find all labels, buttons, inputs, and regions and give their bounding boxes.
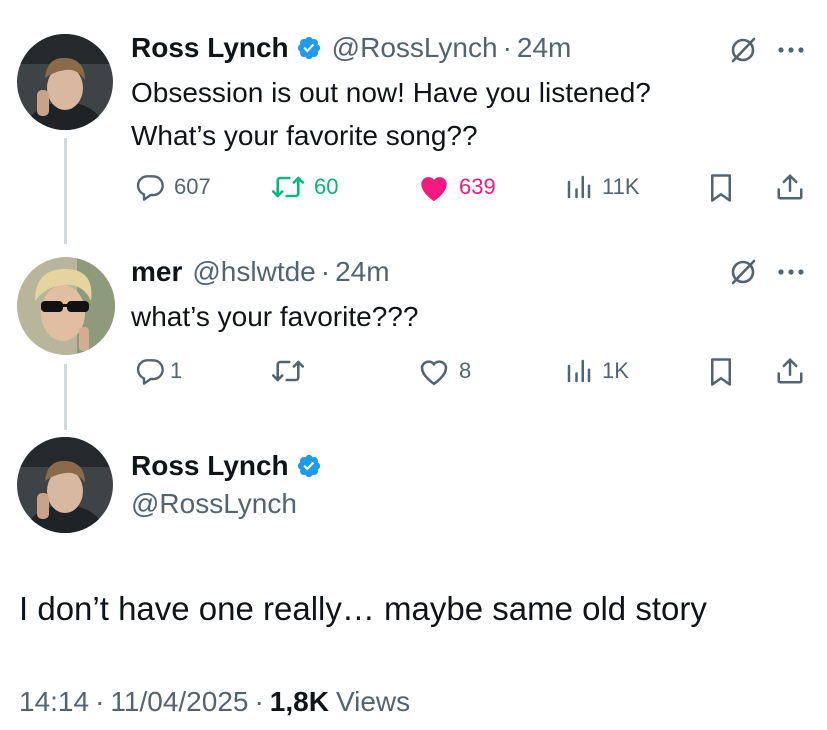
grok-icon[interactable] — [726, 33, 760, 67]
separator: · — [502, 32, 512, 63]
tweet-text-line: What’s your favorite song?? — [131, 120, 478, 151]
tweet-time[interactable]: 14:14 — [19, 686, 89, 718]
separator: · — [254, 686, 264, 717]
separator: · — [320, 256, 331, 287]
views-count: 11K — [602, 174, 640, 199]
bookmark-icon[interactable] — [704, 355, 738, 389]
reply-count: 607 — [174, 174, 211, 199]
reply-button[interactable]: 1 — [134, 355, 182, 387]
share-icon[interactable] — [773, 354, 807, 388]
timestamp[interactable]: 24m — [517, 32, 571, 64]
tweet-text: I don’t have one really… maybe same old … — [19, 590, 707, 627]
verified-icon — [296, 35, 322, 61]
more-icon[interactable] — [774, 38, 808, 62]
author-handle[interactable]: @RossLynch — [131, 488, 297, 520]
reply-button[interactable]: 607 — [134, 171, 211, 203]
grok-icon[interactable] — [726, 255, 760, 289]
share-icon[interactable] — [773, 170, 807, 204]
reply-icon — [136, 175, 164, 201]
timestamp[interactable]: 24m — [335, 256, 389, 288]
retweet-icon — [271, 176, 305, 198]
avatar[interactable] — [17, 437, 113, 533]
verified-icon — [296, 453, 322, 479]
views-label: Views — [335, 686, 411, 717]
tweet-meta: 14:14 · 11/04/2025 · 1,8K Views — [19, 686, 410, 718]
tweet-date[interactable]: 11/04/2025 — [110, 686, 248, 718]
author-name[interactable]: mer — [131, 256, 182, 288]
heart-icon — [421, 177, 447, 202]
author-name[interactable]: Ross Lynch — [131, 450, 289, 482]
reply-icon — [136, 359, 164, 385]
more-icon[interactable] — [774, 260, 808, 284]
like-button[interactable]: 8 — [417, 355, 471, 387]
like-button[interactable]: 639 — [417, 171, 496, 203]
author-handle[interactable]: @RossLynch — [332, 32, 498, 64]
thread-line — [64, 364, 67, 430]
tweet-text-line: Obsession is out now! Have you listened? — [131, 77, 651, 108]
reply-count: 1 — [170, 358, 183, 383]
views-count: 1K — [602, 358, 629, 383]
thread-line — [64, 138, 67, 244]
heart-icon — [420, 360, 448, 386]
retweet-count: 60 — [314, 174, 339, 199]
avatar[interactable] — [17, 34, 113, 130]
separator: · — [95, 686, 105, 717]
retweet-button[interactable]: 60 — [270, 171, 338, 203]
like-count: 8 — [459, 358, 472, 383]
tweet-text: what’s your favorite??? — [131, 301, 419, 332]
analytics-icon — [567, 359, 591, 383]
analytics-icon — [567, 175, 591, 199]
views-button[interactable]: 1K — [564, 355, 629, 387]
author-name[interactable]: Ross Lynch — [131, 32, 289, 64]
avatar[interactable] — [17, 257, 115, 355]
like-count: 639 — [459, 174, 496, 199]
views-count: 1,8K — [269, 686, 329, 717]
retweet-button[interactable] — [270, 355, 306, 387]
retweet-icon — [271, 360, 305, 382]
tweet-text: Obsession is out now! Have you listened?… — [131, 71, 651, 157]
bookmark-icon[interactable] — [704, 171, 738, 205]
author-handle[interactable]: @hslwtde — [192, 256, 315, 288]
views-button[interactable]: 11K — [564, 171, 640, 203]
